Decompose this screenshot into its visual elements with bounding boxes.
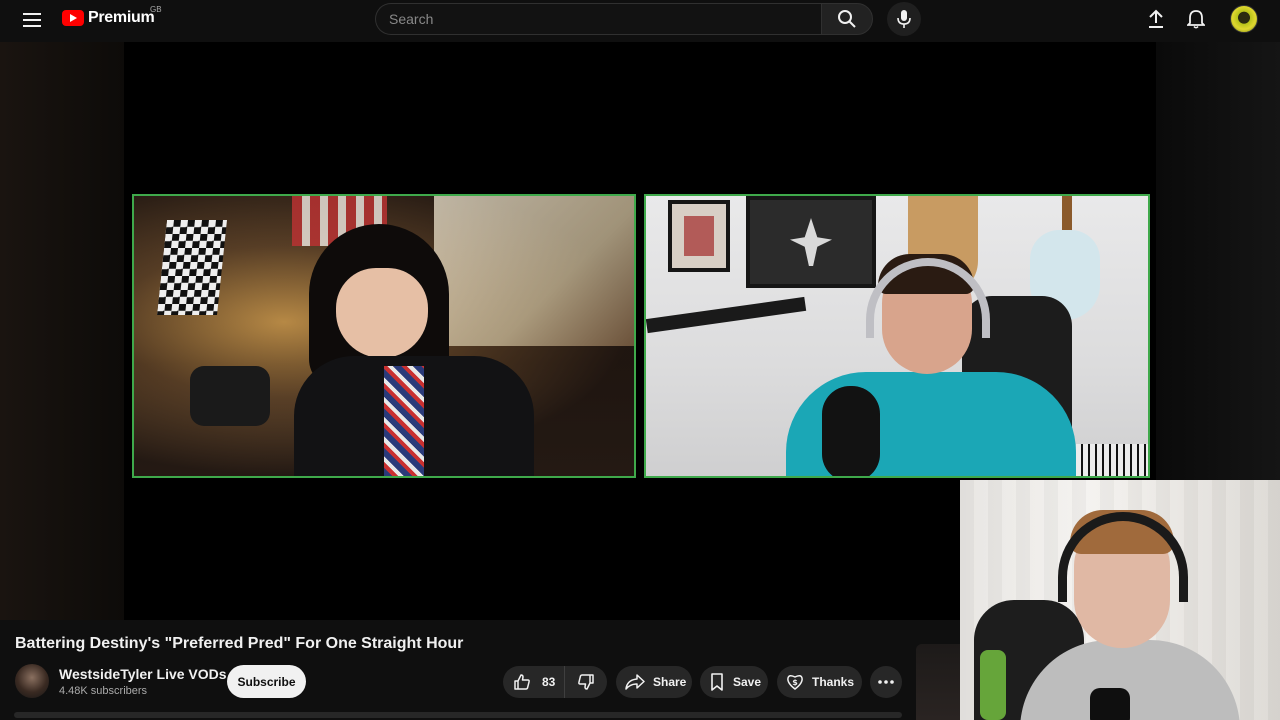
fleur-de-lis-frame xyxy=(746,196,876,288)
thanks-label: Thanks xyxy=(812,675,855,689)
save-label: Save xyxy=(733,675,762,689)
thumbs-down-icon xyxy=(578,674,594,690)
dislike-button[interactable] xyxy=(565,666,607,698)
microphone-icon xyxy=(897,10,911,28)
description-box-edge xyxy=(14,712,902,718)
youtube-watch-page: Premium GB Search Battering Destiny's "P… xyxy=(0,0,1280,720)
checkered-chair xyxy=(157,220,227,315)
patterned-scarf xyxy=(384,366,424,476)
thanks-heart-dollar-icon: $ xyxy=(787,674,803,690)
search-icon xyxy=(838,10,856,28)
account-avatar[interactable] xyxy=(1230,5,1258,33)
bell-icon xyxy=(1187,10,1205,29)
more-actions-button[interactable] xyxy=(870,666,902,698)
logo-text: Premium xyxy=(88,9,155,26)
search-input[interactable] xyxy=(375,3,821,35)
search-box xyxy=(375,3,873,35)
top-bar: Premium GB xyxy=(0,0,1280,40)
microphone xyxy=(822,386,880,476)
subscribe-button[interactable]: Subscribe xyxy=(227,665,306,698)
chair-green-accent xyxy=(980,650,1006,720)
channel-name[interactable]: WestsideTyler Live VODs xyxy=(59,666,227,682)
window-blinds xyxy=(434,196,634,346)
backpack xyxy=(190,366,270,426)
webcam-feed-left xyxy=(132,194,636,478)
notifications-button[interactable] xyxy=(1183,6,1209,32)
recommended-thumbnail-peek[interactable] xyxy=(916,644,960,720)
youtube-play-icon xyxy=(62,10,84,26)
midi-keyboard xyxy=(1076,444,1148,476)
more-horizontal-icon xyxy=(878,680,894,684)
wall-poster xyxy=(668,200,730,272)
thanks-button[interactable]: $ Thanks xyxy=(777,666,862,698)
menu-button[interactable] xyxy=(18,6,46,34)
svg-text:$: $ xyxy=(792,678,798,687)
microphone xyxy=(1090,688,1130,720)
streamer-left-face xyxy=(336,268,428,358)
upload-icon xyxy=(1149,9,1163,28)
mic-boom-arm xyxy=(646,296,807,334)
share-arrow-icon xyxy=(625,674,645,690)
like-button[interactable]: 83 xyxy=(503,666,565,698)
voice-search-button[interactable] xyxy=(887,2,921,36)
ambient-left xyxy=(0,42,124,620)
thumbs-up-icon xyxy=(514,674,530,690)
youtube-premium-logo[interactable]: Premium xyxy=(62,9,155,27)
like-dislike-bar: 83 xyxy=(503,666,607,698)
country-code: GB xyxy=(150,5,162,14)
share-label: Share xyxy=(653,675,687,689)
streamer-facecam-overlay xyxy=(960,480,1280,720)
subscriber-count: 4.48K subscribers xyxy=(59,685,148,697)
like-count: 83 xyxy=(542,675,556,689)
search-button[interactable] xyxy=(821,3,873,35)
share-button[interactable]: Share xyxy=(616,666,692,698)
video-info: Battering Destiny's "Preferred Pred" For… xyxy=(0,620,960,720)
save-button[interactable]: Save xyxy=(700,666,768,698)
hamburger-menu-icon xyxy=(23,13,41,27)
video-title: Battering Destiny's "Preferred Pred" For… xyxy=(15,635,464,652)
create-upload-button[interactable] xyxy=(1143,6,1169,32)
webcam-feed-right xyxy=(644,194,1150,478)
bookmark-icon xyxy=(711,673,723,691)
channel-avatar[interactable] xyxy=(15,664,49,698)
